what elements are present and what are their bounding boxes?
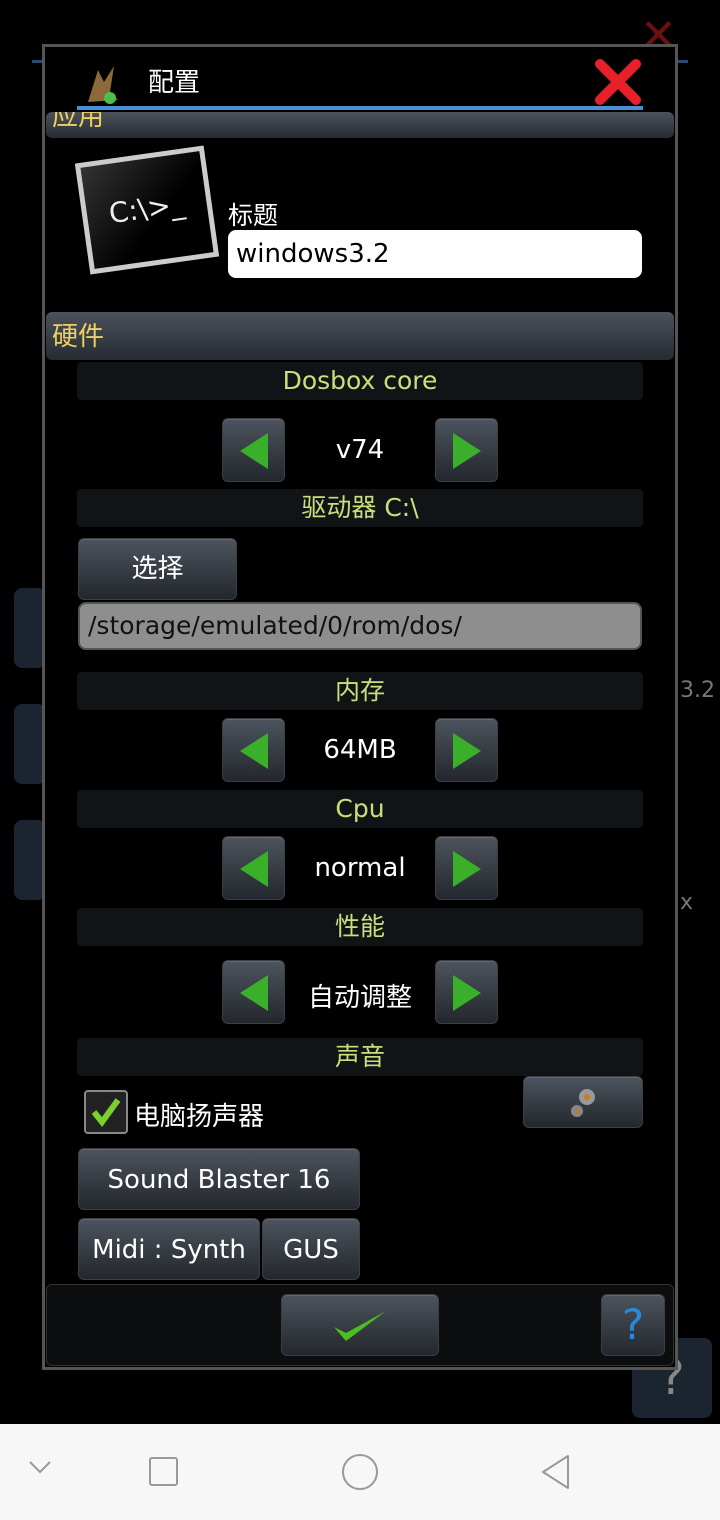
close-icon [595,59,641,105]
title-label: 标题 [228,201,279,230]
arrow-left-icon [239,733,268,769]
core-prev-button[interactable] [222,418,285,482]
arrow-left-icon [239,851,268,887]
pc-speaker-label: 电脑扬声器 [134,1102,265,1132]
performance-value: 自动调整 [307,983,412,1013]
performance-prev-button[interactable] [222,960,285,1024]
arrow-left-icon [239,433,268,469]
pc-speaker-checkbox[interactable] [84,1090,128,1134]
sound-label: 声音 [77,1038,643,1076]
help-icon: ? [621,1300,645,1349]
core-value: v74 [335,435,385,465]
memory-value: 64MB [323,735,397,765]
nav-home-icon[interactable] [342,1454,378,1490]
title-input[interactable]: windows3.2 [228,230,642,278]
nav-down-icon[interactable] [28,1456,52,1480]
section-header-app: 应用 [46,112,674,138]
section-title: 硬件 [52,322,105,352]
arrow-right-icon [452,975,481,1011]
checkmark-icon [91,1098,121,1127]
soundcard-button[interactable]: Sound Blaster 16 [78,1148,360,1210]
close-button[interactable] [594,58,642,106]
arrow-right-icon [452,733,481,769]
dialog-title: 配置 [148,68,201,98]
arrow-left-icon [239,975,268,1011]
memory-label: 内存 [77,672,643,710]
cpu-label: Cpu [77,790,643,828]
dos-prompt-icon: C:\>_ [74,145,220,275]
select-drive-button[interactable]: 选择 [78,538,237,600]
background-label: x [680,890,694,915]
memory-prev-button[interactable] [222,718,285,782]
nav-back-icon[interactable] [540,1454,572,1494]
performance-label: 性能 [77,908,643,946]
arrow-right-icon [452,433,481,469]
memory-next-button[interactable] [435,718,498,782]
arrow-right-icon [452,851,481,887]
cpu-value: normal [314,853,406,883]
gear-icon [571,1089,595,1117]
drive-path-field[interactable]: /storage/emulated/0/rom/dos/ [78,602,642,650]
nav-recents-icon[interactable] [149,1457,178,1486]
cpu-prev-button[interactable] [222,836,285,900]
checkmark-icon [334,1311,386,1341]
cpu-next-button[interactable] [435,836,498,900]
performance-next-button[interactable] [435,960,498,1024]
sound-settings-button[interactable] [523,1076,643,1128]
section-title: 应用 [52,112,105,132]
core-label: Dosbox core [77,362,643,400]
midi-button[interactable]: Midi : Synth [78,1218,260,1280]
dragon-logo-icon [80,62,122,106]
confirm-button[interactable] [281,1294,439,1356]
background-label: 3.2 [680,678,715,703]
core-next-button[interactable] [435,418,498,482]
gus-button[interactable]: GUS [262,1218,360,1280]
drive-label: 驱动器 C:\ [77,489,643,527]
help-button[interactable]: ? [601,1294,665,1356]
section-header-hardware: 硬件 [46,312,674,360]
